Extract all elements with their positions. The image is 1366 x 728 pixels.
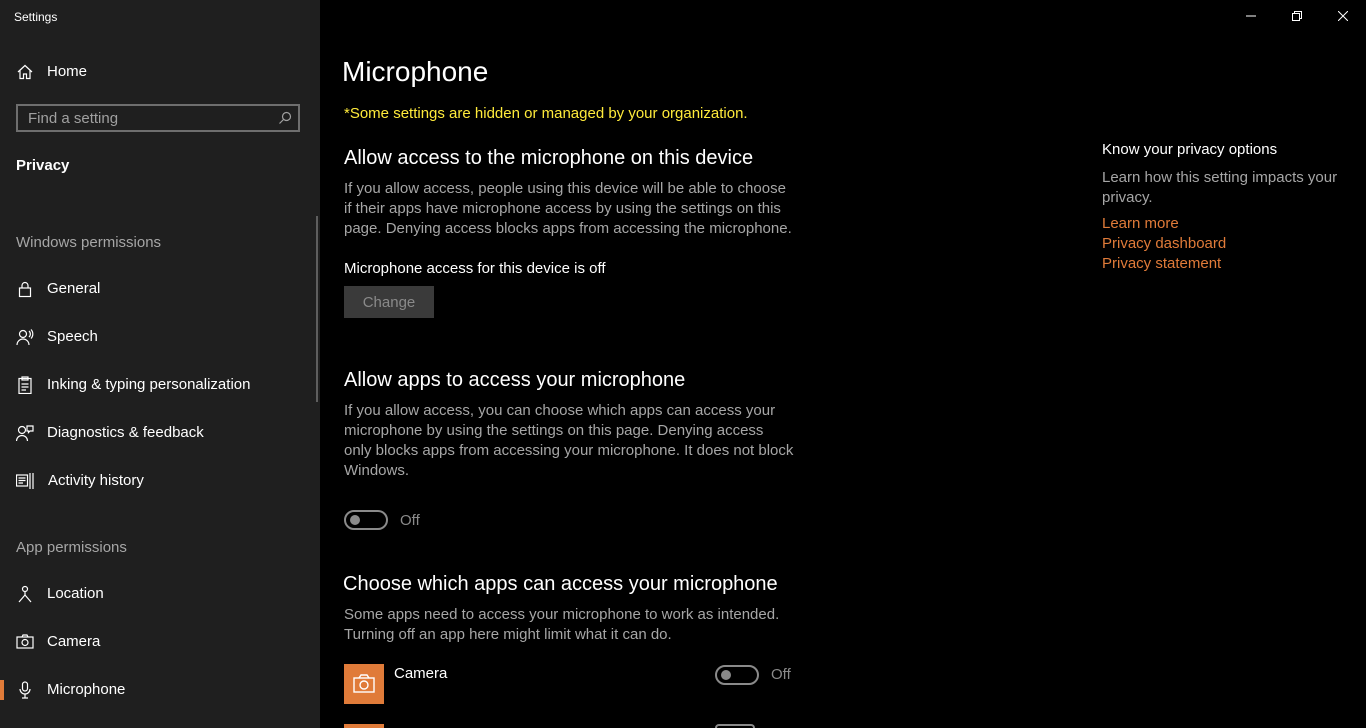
minimize-icon (1246, 15, 1256, 17)
sidebar-item-label: General (47, 280, 101, 297)
device-access-description: If you allow access, people using this d… (344, 180, 792, 237)
sidebar-item-location[interactable]: Location (0, 574, 320, 614)
sidebar-section-windows-permissions: Windows permissions (16, 234, 162, 251)
sidebar-item-speech[interactable]: Speech (0, 317, 320, 357)
sidebar-item-home[interactable]: Home (0, 52, 320, 92)
info-panel-title: Know your privacy options (1102, 141, 1278, 158)
camera-app-toggle-label: Off (771, 666, 791, 683)
toggle-knob (721, 670, 731, 680)
sidebar-item-general[interactable]: General (0, 269, 320, 309)
sidebar-item-label: Diagnostics & feedback (47, 424, 204, 441)
sidebar-item-label: Speech (47, 328, 98, 345)
privacy-dashboard-link[interactable]: Privacy dashboard (1102, 235, 1226, 252)
privacy-statement-link[interactable]: Privacy statement (1102, 255, 1221, 272)
sidebar-item-microphone[interactable]: Microphone (0, 670, 320, 710)
device-access-heading: Allow access to the microphone on this d… (344, 147, 754, 169)
app-toggle-partial[interactable] (715, 724, 755, 728)
sidebar-scrollbar[interactable] (316, 216, 318, 402)
app-access-toggle-label: Off (400, 512, 420, 529)
sidebar-section-app-permissions: App permissions (16, 539, 127, 556)
restore-icon (1292, 11, 1302, 21)
page-title: Microphone (342, 56, 489, 87)
main-content: Microphone *Some settings are hidden or … (320, 0, 1366, 728)
sidebar-item-label: Camera (47, 633, 101, 650)
app-access-heading: Allow apps to access your microphone (344, 369, 686, 391)
sidebar-item-activity-history[interactable]: Activity history (0, 461, 320, 501)
app-access-toggle[interactable] (344, 510, 388, 530)
choose-apps-heading: Choose which apps can access your microp… (343, 573, 778, 595)
app-name: Camera (394, 665, 448, 682)
sidebar-item-label: Microphone (47, 681, 126, 698)
sidebar-item-diagnostics[interactable]: Diagnostics & feedback (0, 413, 320, 453)
camera-icon (16, 633, 34, 651)
choose-apps-description: Some apps need to access your microphone… (344, 606, 780, 643)
speech-icon (16, 328, 34, 346)
location-icon (16, 585, 34, 603)
sidebar-privacy-heading: Privacy (16, 157, 70, 174)
app-access-description: If you allow access, you can choose whic… (344, 402, 794, 479)
toggle-knob (350, 515, 360, 525)
camera-app-toggle[interactable] (715, 665, 759, 685)
sidebar-item-label: Home (47, 63, 88, 80)
sidebar-item-inking-typing[interactable]: Inking & typing personalization (0, 365, 320, 405)
info-panel-description: Learn how this setting impacts your priv… (1102, 169, 1338, 206)
search-icon[interactable] (278, 111, 292, 125)
learn-more-link[interactable]: Learn more (1102, 215, 1179, 232)
sidebar-item-camera[interactable]: Camera (0, 622, 320, 662)
selection-indicator (0, 680, 4, 700)
close-icon (1338, 11, 1348, 21)
managed-notice: *Some settings are hidden or managed by … (344, 105, 748, 122)
microphone-icon (16, 681, 34, 699)
activity-icon (15, 472, 34, 490)
home-icon (16, 63, 34, 81)
sidebar: Settings Home Privacy Windows permission… (0, 0, 320, 728)
close-button[interactable] (1320, 0, 1366, 32)
restore-button[interactable] (1274, 0, 1320, 32)
person-feedback-icon (15, 424, 34, 442)
camera-app-icon (344, 664, 384, 704)
search-box[interactable] (16, 104, 300, 132)
sidebar-item-label: Location (47, 585, 104, 602)
window-title: Settings (14, 10, 58, 24)
search-input[interactable] (18, 106, 278, 130)
lock-icon (16, 280, 34, 298)
change-button[interactable]: Change (344, 286, 434, 318)
sidebar-item-label: Inking & typing personalization (47, 376, 251, 393)
clipboard-icon (16, 376, 34, 395)
device-access-status: Microphone access for this device is off (344, 260, 606, 277)
app-tile-partial (344, 724, 384, 728)
sidebar-item-label: Activity history (48, 472, 144, 489)
minimize-button[interactable] (1228, 0, 1274, 32)
